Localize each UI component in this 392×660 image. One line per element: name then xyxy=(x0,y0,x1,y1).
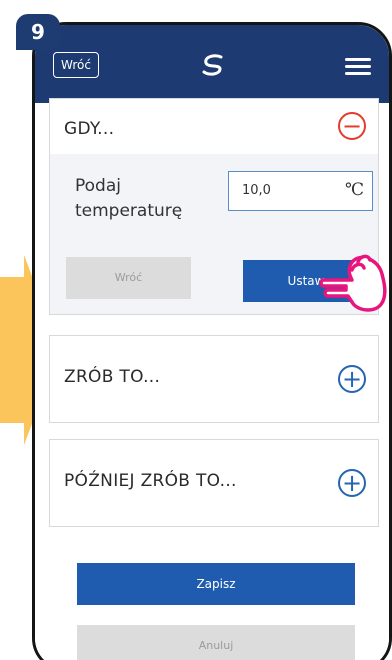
zrob-section-title: ZRÓB TO... xyxy=(64,367,161,387)
app-content: GDY... − Podaj temperaturę 10,0 ℃ Wróć U… xyxy=(35,98,389,660)
phone-frame: Wróć GDY... − Podaj temperaturę 10,0 ℃ W… xyxy=(32,22,392,660)
zrob-section-card[interactable]: ZRÓB TO... + xyxy=(49,335,379,423)
app-header: Wróć xyxy=(35,25,389,103)
pozniej-section-card[interactable]: PÓŹNIEJ ZRÓB TO... + xyxy=(49,439,379,527)
cancel-button[interactable]: Anuluj xyxy=(77,625,355,660)
hamburger-menu-icon[interactable] xyxy=(345,58,371,75)
minus-circle-icon[interactable]: − xyxy=(338,112,366,140)
plus-circle-icon[interactable]: + xyxy=(338,469,366,497)
temperature-unit: ℃ xyxy=(344,180,364,200)
tutorial-stage: 9 Wróć GDY... − Podaj temperaturę 10,0 ℃ xyxy=(0,0,392,660)
temperature-value: 10,0 xyxy=(242,183,271,198)
back-button[interactable]: Wróć xyxy=(53,52,99,78)
salus-logo-icon xyxy=(202,54,223,76)
temperature-label: Podaj temperaturę xyxy=(75,176,183,221)
step-number-badge: 9 xyxy=(16,14,60,50)
gdy-back-button[interactable]: Wróć xyxy=(66,257,191,299)
gdy-section-title: GDY... xyxy=(64,119,115,139)
save-button[interactable]: Zapisz xyxy=(77,563,355,605)
plus-circle-icon[interactable]: + xyxy=(338,365,366,393)
pointing-hand-icon xyxy=(319,254,387,312)
temperature-input[interactable]: 10,0 ℃ xyxy=(228,171,373,211)
pozniej-section-title: PÓŹNIEJ ZRÓB TO... xyxy=(64,471,237,491)
